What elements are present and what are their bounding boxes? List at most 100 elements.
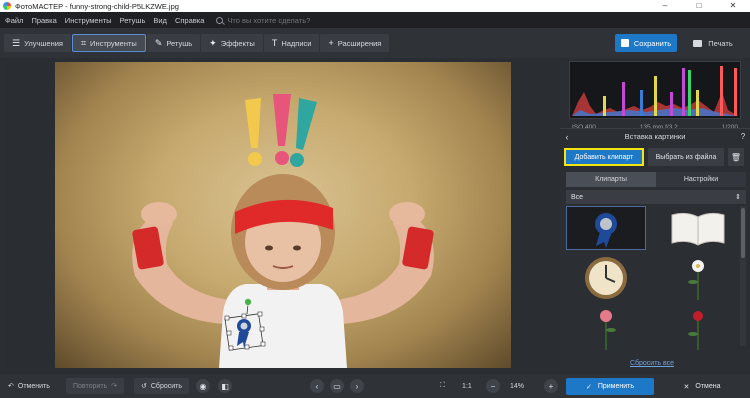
next-image-button[interactable]: ›	[350, 378, 364, 394]
floppy-disk-icon	[620, 39, 629, 47]
open-folder-button[interactable]: ▭	[330, 378, 344, 394]
histogram	[569, 61, 741, 119]
plus-icon: +	[544, 379, 558, 393]
tab-extensions[interactable]: + Расширения	[320, 34, 390, 52]
printer-icon	[693, 39, 703, 47]
add-clipart-button[interactable]: Добавить клипарт	[564, 148, 644, 166]
menu-tools[interactable]: Инструменты	[61, 16, 116, 25]
clipart-subtabs: Клипарты Настройки	[566, 172, 746, 187]
chevron-left-icon: ‹	[310, 379, 324, 393]
menu-bar: Файл Правка Инструменты Ретушь Вид Справ…	[0, 12, 750, 28]
eye-icon: ◉	[196, 379, 210, 393]
text-icon: T	[271, 38, 278, 48]
minimize-button[interactable]: –	[648, 0, 682, 12]
brush-icon: ✎	[154, 37, 163, 48]
tab-label: Инструменты	[90, 38, 137, 48]
actual-size-button[interactable]: 1:1	[462, 378, 472, 394]
mode-tabs: ☰ Улучшения ⌗ Инструменты ✎ Ретушь ✦ Эфф…	[4, 34, 390, 52]
zoom-value: 14%	[510, 382, 525, 390]
menu-help[interactable]: Справка	[171, 16, 208, 25]
tab-settings[interactable]: Настройки	[656, 172, 746, 187]
zoom-in-button[interactable]: +	[544, 378, 558, 394]
category-select[interactable]: Все ⇕	[566, 190, 746, 204]
reset-button[interactable]: ↺ Сбросить	[134, 378, 189, 394]
maximize-button[interactable]: □	[682, 0, 716, 12]
ratio-label: 1:1	[462, 382, 472, 390]
clipart-grid	[566, 206, 738, 356]
menu-retouch[interactable]: Ретушь	[116, 16, 150, 25]
redo-button[interactable]: Повторить ↷	[66, 378, 125, 394]
delete-button[interactable]: 🗑	[728, 148, 744, 166]
cancel-label: Отмена	[695, 383, 721, 390]
menu-file[interactable]: Файл	[0, 16, 27, 25]
tab-enhancements[interactable]: ☰ Улучшения	[4, 34, 71, 52]
tab-label: Ретушь	[166, 38, 193, 48]
clipart-white-flower[interactable]	[658, 256, 738, 300]
apply-button[interactable]: ✓ Применить	[566, 378, 654, 395]
compare-toggle[interactable]: ◧	[218, 378, 232, 394]
scrollbar-thumb[interactable]	[741, 208, 745, 258]
tab-cliparts[interactable]: Клипарты	[566, 172, 656, 187]
tab-tools[interactable]: ⌗ Инструменты	[71, 34, 146, 52]
tab-label: Эффекты	[220, 38, 255, 48]
save-button[interactable]: Сохранить	[615, 34, 677, 52]
tab-effects[interactable]: ✦ Эффекты	[201, 34, 263, 52]
folder-icon: ▭	[330, 379, 344, 393]
app-logo-icon	[3, 2, 11, 10]
photo-illustration	[132, 94, 434, 368]
menu-edit[interactable]: Правка	[27, 16, 60, 25]
choose-from-file-button[interactable]: Выбрать из файла	[648, 148, 724, 166]
right-panel: ISO 400 135 mm f/3.2 1/200 ‹ Вставка кар…	[560, 58, 750, 372]
histogram-graph	[572, 66, 738, 116]
undo-label: Отменить	[17, 382, 50, 390]
fit-screen-icon: ⛶	[440, 382, 445, 389]
exclamation-clipart	[245, 94, 317, 167]
tab-retouch[interactable]: ✎ Ретушь	[146, 34, 201, 52]
zoom-level: 14%	[510, 378, 524, 394]
image-canvas	[6, 58, 559, 372]
check-icon: ✓	[585, 383, 592, 391]
undo-button[interactable]: ↶ Отменить	[8, 378, 50, 394]
clipart-rosette[interactable]	[566, 206, 646, 250]
reset-label: Сбросить	[150, 382, 182, 390]
clipart-pink-rose[interactable]	[566, 306, 646, 350]
window-controls: – □ ✕	[648, 0, 750, 12]
fit-to-screen-button[interactable]: ⛶	[440, 378, 445, 394]
redo-icon: ↷	[111, 383, 118, 390]
category-selected: Все	[571, 193, 584, 201]
panel-header: ‹ Вставка картинки ?	[560, 128, 750, 144]
cancel-button[interactable]: ✕ Отмена	[658, 378, 746, 395]
clipart-red-rose[interactable]	[658, 306, 738, 350]
close-window-button[interactable]: ✕	[716, 0, 750, 12]
minus-icon: −	[486, 379, 500, 393]
clipart-clock[interactable]	[566, 256, 646, 300]
search-icon	[216, 16, 224, 24]
magic-wand-icon: ✦	[209, 37, 217, 48]
back-arrow-icon[interactable]: ‹	[560, 132, 574, 142]
close-icon: ✕	[683, 383, 690, 391]
clipart-scrollbar[interactable]	[740, 206, 746, 346]
previous-image-button[interactable]: ‹	[310, 378, 324, 394]
main-toolbar: ☰ Улучшения ⌗ Инструменты ✎ Ретушь ✦ Эфф…	[0, 28, 750, 58]
flower-icon	[688, 260, 704, 300]
reset-all-link[interactable]: Сбросить все	[566, 360, 738, 367]
search-input[interactable]	[227, 15, 368, 25]
tab-label: Улучшения	[24, 38, 63, 48]
preview-toggle[interactable]: ◉	[196, 378, 210, 394]
panel-title: Вставка картинки	[624, 132, 686, 141]
bottom-bar: ↶ Отменить Повторить ↷ ↺ Сбросить ◉ ◧ ‹ …	[0, 374, 750, 398]
menu-view[interactable]: Вид	[149, 16, 171, 25]
undo-icon: ↶	[8, 383, 14, 390]
clock-icon	[585, 257, 627, 299]
red-rose-icon	[688, 311, 703, 350]
clipart-book[interactable]	[658, 206, 738, 250]
chevron-right-icon: ›	[350, 379, 364, 393]
zoom-out-button[interactable]: −	[486, 378, 500, 394]
redo-label: Повторить	[73, 382, 108, 390]
chevron-updown-icon: ⇕	[735, 194, 741, 201]
clipart-actions: Добавить клипарт Выбрать из файла 🗑	[564, 148, 748, 166]
child-figure	[132, 174, 434, 368]
print-button[interactable]: Печать	[682, 34, 744, 52]
help-icon[interactable]: ?	[736, 132, 750, 141]
tab-captions[interactable]: T Надписи	[263, 34, 320, 52]
